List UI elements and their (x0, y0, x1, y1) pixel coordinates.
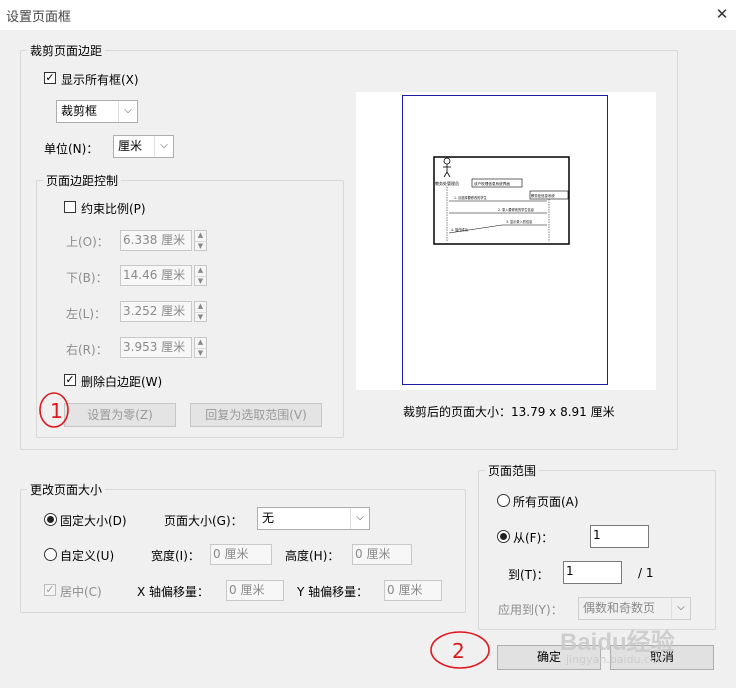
from-input[interactable]: 1 (590, 525, 649, 548)
right-margin-input[interactable]: 3.953 厘米 (120, 337, 192, 358)
constrain-checkbox[interactable] (64, 201, 76, 213)
stepper-up-icon[interactable]: ▲ (195, 266, 206, 277)
message-3: 3. 显示录入的信息 (506, 219, 532, 224)
watermark-url: jingyan.baidu.com (566, 653, 668, 666)
bottom-margin-label: 下(B)： (66, 271, 108, 285)
stepper-up-icon[interactable]: ▲ (195, 302, 206, 313)
change-page-size-legend: 更改页面大小 (30, 483, 103, 497)
actor-label: 教务处管理员 (435, 180, 459, 186)
page-range-legend: 页面范围 (488, 464, 537, 478)
height-label: 高度(H)： (285, 549, 340, 563)
box-type-value: 裁剪框 (61, 104, 98, 118)
annotation-mark-2: 2 (430, 631, 490, 669)
diagram-thumbnail: 教务处管理员 该户校理信息系统界面 教务处信息系统 1. 请选择要修改的学生 2… (433, 156, 570, 245)
top-margin-input[interactable]: 6.338 厘米 (120, 230, 192, 251)
show-all-boxes-checkbox[interactable]: ✓ (44, 72, 56, 84)
set-to-zero-button[interactable]: 设置为零(Z) (64, 403, 176, 427)
page-preview: 教务处管理员 该户校理信息系统界面 教务处信息系统 1. 请选择要修改的学生 2… (402, 95, 608, 385)
frame-title: 该户校理信息系统界面 (474, 181, 510, 186)
remove-white-margins-label: 删除白边距(W) (81, 375, 163, 389)
unit-select[interactable]: 厘米 ⌵ (113, 135, 174, 158)
crop-margins-legend: 裁剪页面边距 (30, 44, 103, 58)
baidu-watermark: Baidu经验 jingyan.baidu.com (560, 622, 675, 666)
stepper-down-icon[interactable]: ▼ (195, 349, 206, 359)
window-title: 设置页面框 (6, 10, 72, 25)
message-1: 1. 请选择要修改的学生 (454, 195, 488, 200)
x-offset-label: X 轴偏移量： (137, 585, 210, 599)
apply-to-label: 应用到(Y)： (498, 603, 563, 617)
stepper-down-icon[interactable]: ▼ (195, 242, 206, 252)
center-label: 居中(C) (60, 585, 102, 599)
annotation-mark-2-text: 2 (452, 639, 465, 663)
message-2: 2. 录入要修改的学生信息 (498, 207, 534, 212)
message-4: 4. 操作成功 (451, 227, 468, 232)
chevron-down-icon: ⌵ (154, 136, 173, 157)
revert-to-selection-button[interactable]: 回复为选取范围(V) (190, 403, 322, 427)
custom-size-radio[interactable] (44, 548, 57, 561)
chevron-down-icon: ⌵ (671, 598, 690, 619)
constrain-label: 约束比例(P) (81, 202, 146, 216)
page-size-value: 无 (262, 511, 275, 525)
page-size-label: 页面大小(G)： (164, 514, 243, 528)
stepper-up-icon[interactable]: ▲ (195, 338, 206, 349)
width-input[interactable]: 0 厘米 (210, 544, 272, 565)
from-label: 从(F)： (513, 531, 554, 545)
stepper-down-icon[interactable]: ▼ (195, 313, 206, 323)
watermark-brand: Baidu经验 (560, 629, 675, 656)
from-radio[interactable] (497, 530, 510, 543)
fixed-size-label: 固定大小(D) (60, 514, 127, 528)
apply-to-select[interactable]: 偶数和奇数页 ⌵ (578, 597, 691, 620)
bottom-margin-input[interactable]: 14.46 厘米 (120, 265, 192, 286)
all-pages-label: 所有页面(A) (513, 495, 579, 509)
width-label: 宽度(I)： (151, 549, 200, 563)
left-margin-label: 左(L)： (66, 307, 107, 321)
margin-controls-legend: 页面边距控制 (46, 174, 119, 188)
bottom-margin-stepper[interactable]: ▲ ▼ (194, 265, 207, 286)
chevron-down-icon: ⌵ (350, 508, 369, 529)
x-offset-input[interactable]: 0 厘米 (226, 580, 284, 601)
height-input[interactable]: 0 厘米 (352, 544, 412, 565)
left-margin-stepper[interactable]: ▲ ▼ (194, 301, 207, 322)
top-margin-stepper[interactable]: ▲ ▼ (194, 230, 207, 251)
lifeline-title: 教务处信息系统 (531, 193, 555, 198)
center-checkbox[interactable]: ✓ (44, 584, 56, 596)
unit-label: 单位(N)： (44, 142, 99, 156)
stepper-up-icon[interactable]: ▲ (195, 231, 206, 242)
y-offset-input[interactable]: 0 厘米 (384, 580, 442, 601)
box-type-select[interactable]: 裁剪框 ⌵ (56, 100, 138, 123)
top-margin-label: 上(O)： (66, 235, 109, 249)
y-offset-label: Y 轴偏移量： (297, 585, 369, 599)
remove-white-margins-checkbox[interactable]: ✓ (64, 374, 76, 386)
annotation-mark-1-text: 1 (50, 399, 63, 423)
all-pages-radio[interactable] (497, 494, 510, 507)
fixed-size-radio[interactable] (44, 513, 57, 526)
right-margin-label: 右(R)： (66, 343, 108, 357)
page-total: / 1 (638, 566, 654, 580)
to-label: 到(T)： (508, 568, 549, 582)
stepper-down-icon[interactable]: ▼ (195, 277, 206, 287)
cropped-size-readout: 裁剪后的页面大小：13.79 x 8.91 厘米 (403, 405, 615, 419)
close-icon[interactable]: ✕ (712, 4, 732, 24)
to-input[interactable]: 1 (563, 561, 622, 584)
show-all-boxes-label: 显示所有框(X) (61, 73, 139, 87)
chevron-down-icon: ⌵ (118, 101, 137, 122)
unit-value: 厘米 (118, 139, 143, 153)
right-margin-stepper[interactable]: ▲ ▼ (194, 337, 207, 358)
annotation-mark-1: 1 (39, 392, 69, 428)
page-size-select[interactable]: 无 ⌵ (257, 507, 370, 530)
left-margin-input[interactable]: 3.252 厘米 (120, 301, 192, 322)
apply-to-value: 偶数和奇数页 (583, 601, 656, 615)
custom-size-label: 自定义(U) (60, 549, 115, 563)
title-bar: 设置页面框 ✕ (0, 0, 736, 30)
